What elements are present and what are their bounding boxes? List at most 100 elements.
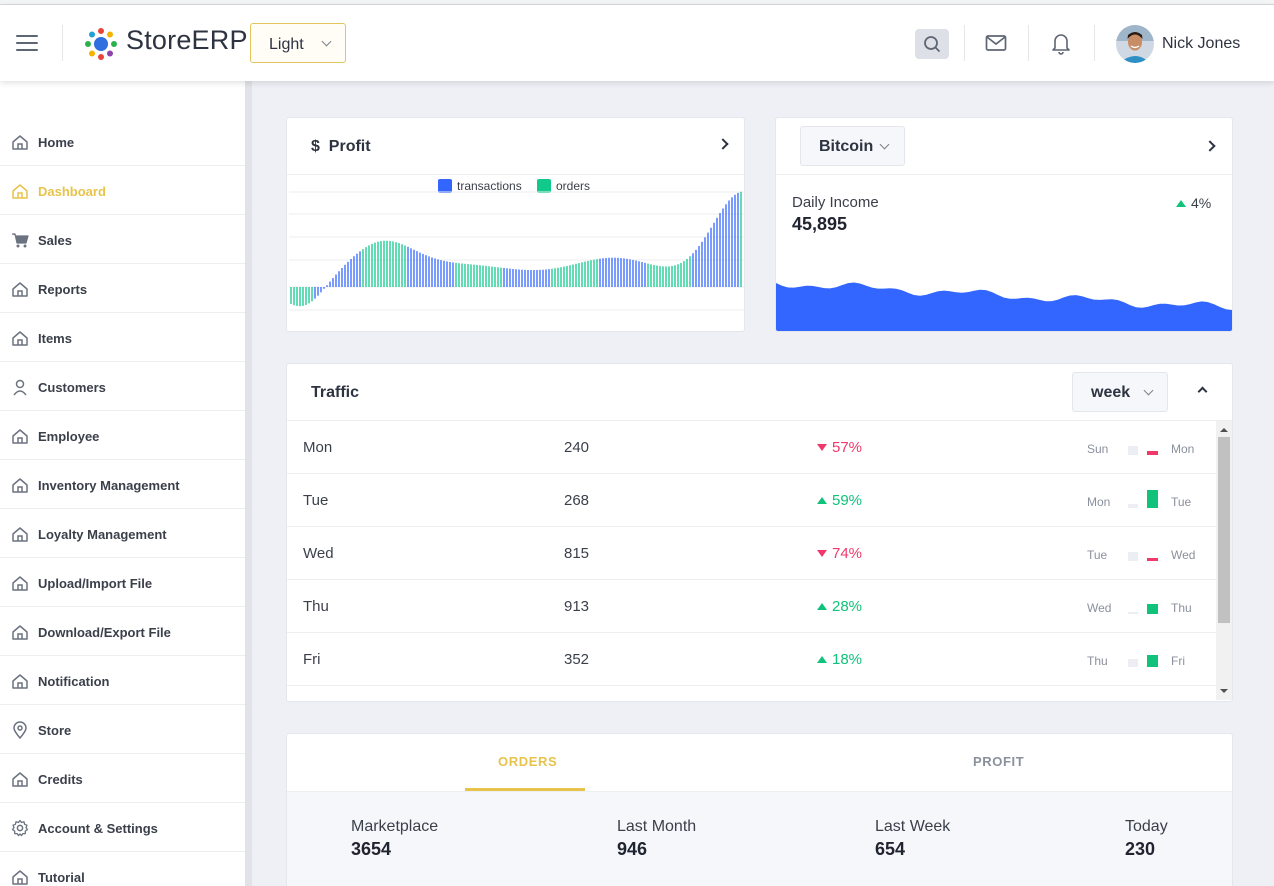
sidebar-item-loyalty-management[interactable]: Loyalty Management [0, 509, 245, 558]
sidebar-item-label: Employee [38, 429, 100, 444]
home-icon [12, 184, 28, 199]
spark-prev-bar [1128, 659, 1138, 667]
income-change: 4% [1176, 195, 1211, 211]
menu-toggle-button[interactable] [16, 35, 38, 51]
home-icon [12, 576, 28, 591]
table-row[interactable]: Thu 913 28% Wed Thu [287, 580, 1216, 633]
stat-label-today: Today [1125, 818, 1168, 835]
sidebar: Home Dashboard Sales Reports Items Customers E… [0, 81, 245, 886]
traffic-card: Traffic week Mon 240 57% Sun Mon Tue 268 59% Mon… [286, 363, 1233, 702]
home-icon [12, 282, 28, 297]
sidebar-item-customers[interactable]: Customers [0, 362, 245, 411]
theme-select[interactable]: Light [250, 23, 346, 63]
row-change: 28% [817, 598, 862, 615]
sidebar-item-employee[interactable]: Employee [0, 411, 245, 460]
tab-profit[interactable]: PROFIT [973, 754, 1024, 769]
search-button[interactable] [915, 29, 949, 59]
home-icon [12, 527, 28, 542]
row-change-value: 59% [832, 492, 863, 509]
chevron-down-icon [1143, 385, 1154, 396]
spark-curr-label: Fri [1171, 654, 1185, 668]
sidebar-item-label: Tutorial [38, 870, 85, 885]
scrollbar-thumb[interactable] [1218, 437, 1230, 623]
sidebar-item-home[interactable]: Home [0, 117, 245, 166]
spark-prev-bar [1128, 504, 1138, 508]
sidebar-item-label: Download/Export File [38, 625, 171, 640]
sidebar-item-account-settings[interactable]: Account & Settings [0, 803, 245, 852]
sidebar-item-reports[interactable]: Reports [0, 264, 245, 313]
row-value: 815 [564, 545, 590, 562]
sidebar-scrollbar[interactable] [245, 81, 252, 886]
row-change-value: 28% [832, 598, 863, 615]
row-change: 74% [817, 545, 862, 562]
sidebar-item-dashboard[interactable]: Dashboard [0, 166, 245, 215]
sidebar-item-tutorial[interactable]: Tutorial [0, 852, 245, 886]
table-row[interactable]: Mon 240 57% Sun Mon [287, 421, 1216, 474]
top-header: StoreERP Light Nick Jones [0, 5, 1274, 81]
row-day: Wed [303, 545, 334, 562]
sidebar-item-store[interactable]: Store [0, 705, 245, 754]
row-change-value: 18% [832, 651, 863, 668]
sidebar-item-sales[interactable]: Sales [0, 215, 245, 264]
spark-prev-label: Mon [1087, 495, 1111, 509]
home-icon [12, 429, 28, 444]
arrow-up-icon [817, 497, 827, 504]
spark-curr-bar [1147, 558, 1158, 561]
mail-icon[interactable] [984, 31, 1008, 55]
sidebar-item-label: Store [38, 723, 72, 738]
table-row[interactable]: Fri 352 18% Thu Fri [287, 633, 1216, 686]
stat-value-last-week: 654 [875, 839, 906, 859]
card-divider [776, 174, 1232, 175]
sidebar-item-credits[interactable]: Credits [0, 754, 245, 803]
profit-title: $ Profit [311, 138, 371, 156]
table-row[interactable]: Tue 268 59% Mon Tue [287, 474, 1216, 527]
chevron-up-icon[interactable] [1197, 386, 1208, 397]
sidebar-item-label: Customers [38, 380, 106, 395]
daily-income-label: Daily Income [792, 194, 879, 211]
tab-orders[interactable]: ORDERS [498, 754, 557, 769]
user-name[interactable]: Nick Jones [1162, 35, 1240, 53]
sidebar-item-inventory-management[interactable]: Inventory Management [0, 460, 245, 509]
chevron-right-icon[interactable] [717, 138, 729, 150]
spark-prev-bar [1128, 552, 1138, 561]
spark-prev-bar [1128, 446, 1138, 455]
row-value: 268 [564, 492, 590, 509]
sidebar-item-label: Dashboard [38, 184, 106, 199]
stat-label-marketplace: Marketplace [351, 818, 439, 835]
income-area [776, 282, 1232, 331]
stat-value-today: 230 [1125, 839, 1156, 859]
period-select-value: week [1091, 384, 1131, 401]
stat-value-marketplace: 3654 [351, 839, 392, 859]
traffic-table[interactable]: Mon 240 57% Sun Mon Tue 268 59% Mon Tue Wed 815 74% T… [287, 421, 1216, 701]
map-pin-icon [13, 721, 27, 739]
sidebar-item-label: Account & Settings [38, 821, 158, 836]
row-change: 59% [817, 492, 862, 509]
daily-income-value: 45,895 [792, 214, 848, 234]
sidebar-item-items[interactable]: Items [0, 313, 245, 362]
home-icon [12, 135, 28, 150]
bitcoin-card: Bitcoin Daily Income 45,895 4% [775, 117, 1233, 332]
traffic-scrollbar[interactable] [1216, 421, 1232, 700]
currency-select[interactable]: Bitcoin [800, 126, 905, 166]
scroll-down-icon[interactable] [1216, 684, 1232, 698]
gear-icon [11, 819, 29, 837]
sidebar-item-download-export-file[interactable]: Download/Export File [0, 607, 245, 656]
chevron-right-icon[interactable] [1204, 140, 1216, 152]
spark-prev-label: Wed [1087, 601, 1112, 615]
sidebar-item-label: Inventory Management [38, 478, 180, 493]
period-select[interactable]: week [1072, 372, 1168, 412]
profit-card: $ Profit transactions orders [286, 117, 745, 332]
sidebar-item-upload-import-file[interactable]: Upload/Import File [0, 558, 245, 607]
spark-prev-label: Sun [1087, 442, 1109, 456]
chevron-down-icon [879, 139, 890, 150]
table-row[interactable]: Wed 815 74% Tue Wed [287, 527, 1216, 580]
home-icon [12, 870, 28, 885]
row-change: 57% [817, 439, 862, 456]
scroll-up-icon[interactable] [1216, 423, 1232, 437]
avatar[interactable] [1116, 25, 1154, 63]
sidebar-item-notification[interactable]: Notification [0, 656, 245, 705]
search-icon [924, 36, 940, 52]
home-icon [12, 674, 28, 689]
income-change-value: 4% [1191, 195, 1212, 211]
bell-icon[interactable] [1049, 30, 1073, 56]
